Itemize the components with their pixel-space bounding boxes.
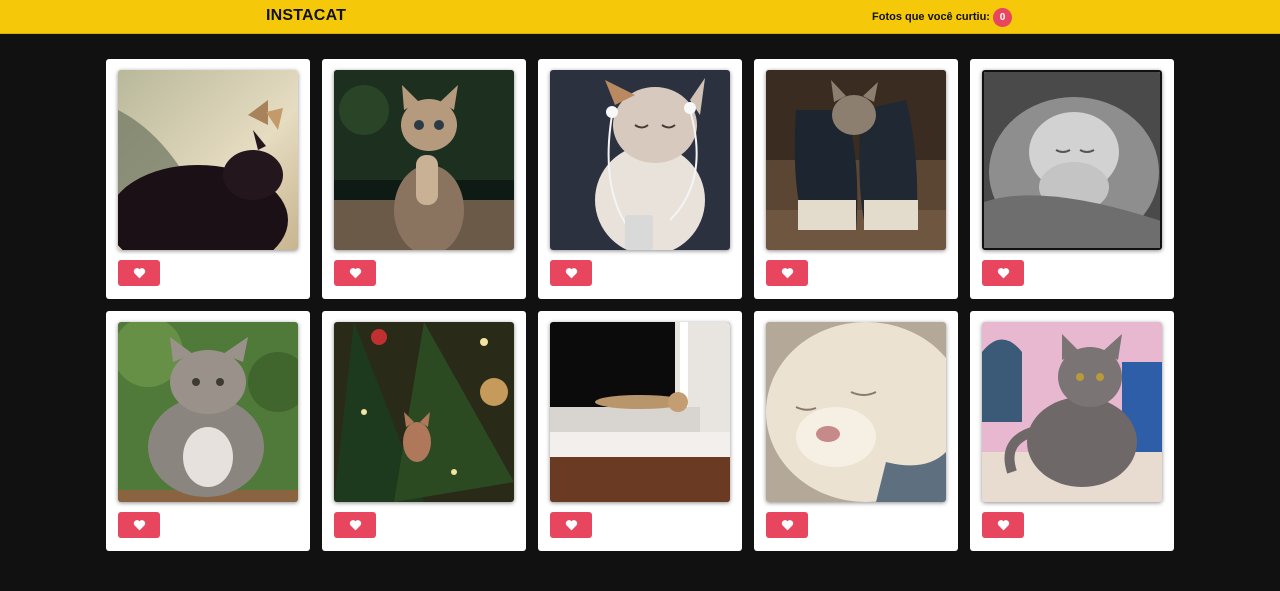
heart-icon	[349, 268, 361, 279]
like-button[interactable]	[982, 512, 1024, 538]
liked-label: Fotos que você curtiu:	[872, 11, 990, 23]
cat-photo[interactable]	[118, 70, 298, 250]
like-button[interactable]	[766, 260, 808, 286]
photo-grid	[106, 59, 1174, 551]
like-button[interactable]	[118, 512, 160, 538]
photo-card	[970, 311, 1174, 551]
heart-icon	[997, 520, 1009, 531]
cat-photo[interactable]	[334, 70, 514, 250]
cat-photo[interactable]	[550, 70, 730, 250]
cat-photo[interactable]	[334, 322, 514, 502]
heart-icon	[997, 268, 1009, 279]
heart-icon	[781, 520, 793, 531]
like-button[interactable]	[118, 260, 160, 286]
cat-photo-image	[334, 322, 514, 502]
cat-photo-image	[982, 322, 1162, 502]
like-button[interactable]	[550, 512, 592, 538]
cat-photo-image	[550, 322, 730, 502]
photo-card	[106, 59, 310, 299]
photo-card	[106, 311, 310, 551]
heart-icon	[781, 268, 793, 279]
cat-photo[interactable]	[766, 70, 946, 250]
liked-count-badge: 0	[992, 7, 1012, 27]
cat-photo[interactable]	[982, 322, 1162, 502]
photo-card	[970, 59, 1174, 299]
like-button[interactable]	[550, 260, 592, 286]
heart-icon	[133, 520, 145, 531]
cat-photo[interactable]	[982, 70, 1162, 250]
like-button[interactable]	[334, 260, 376, 286]
liked-counter: Fotos que você curtiu: 0	[872, 7, 1012, 27]
cat-photo[interactable]	[766, 322, 946, 502]
cat-photo[interactable]	[550, 322, 730, 502]
cat-photo-image	[984, 72, 1160, 248]
cat-photo[interactable]	[118, 322, 298, 502]
like-button[interactable]	[766, 512, 808, 538]
heart-icon	[133, 268, 145, 279]
photo-card	[538, 59, 742, 299]
cat-photo-image	[550, 70, 730, 250]
photo-card	[322, 311, 526, 551]
cat-photo-image	[334, 70, 514, 250]
photo-card	[754, 59, 958, 299]
photo-card	[754, 311, 958, 551]
like-button[interactable]	[982, 260, 1024, 286]
cat-photo-image	[766, 70, 946, 250]
like-button[interactable]	[334, 512, 376, 538]
logo: INSTACAT	[266, 7, 347, 24]
heart-icon	[349, 520, 361, 531]
top-bar: INSTACAT Fotos que você curtiu: 0	[0, 0, 1280, 34]
photo-card	[322, 59, 526, 299]
cat-photo-image	[118, 322, 298, 502]
heart-icon	[565, 520, 577, 531]
cat-photo-image	[766, 322, 946, 502]
photo-card	[538, 311, 742, 551]
cat-photo-image	[118, 70, 298, 250]
heart-icon	[565, 268, 577, 279]
